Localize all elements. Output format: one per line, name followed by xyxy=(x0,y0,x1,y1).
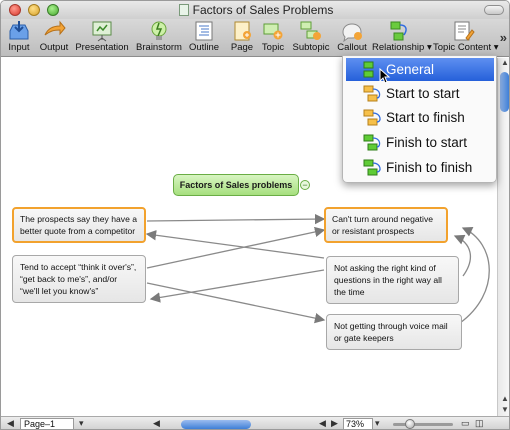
relationship-dropdown-menu: General Start to start Start to finish F… xyxy=(342,55,497,183)
topic-not-getting-through[interactable]: Not getting through voice mail or gate k… xyxy=(326,314,462,350)
toolbar-input-button[interactable]: Input xyxy=(5,19,33,57)
finish-to-finish-icon xyxy=(363,159,381,176)
start-to-start-icon xyxy=(363,85,381,102)
relationship-line[interactable] xyxy=(149,269,325,303)
topic-think-it-over[interactable]: Tend to accept “think it over's”, “get b… xyxy=(12,255,146,303)
previous-page-icon[interactable]: ◀ xyxy=(7,418,14,429)
toolbar-brainstorm-button[interactable]: Brainstorm xyxy=(134,19,184,57)
output-icon xyxy=(44,20,66,36)
status-bar: ◀ Page–1 (1/1) ▾ ◀ ◀ ▶ 73% ▾ ▭ ◫ xyxy=(1,416,509,429)
full-screen-icon[interactable]: ◫ xyxy=(475,418,484,429)
page-selector[interactable]: Page–1 (1/1) xyxy=(20,418,74,429)
topic-icon xyxy=(263,23,283,40)
toolbar-topic-button[interactable]: Topic xyxy=(259,19,287,57)
toolbar: Input Output Presentation Brainstorm Out… xyxy=(1,19,509,57)
start-to-finish-icon xyxy=(363,109,381,126)
topic-not-asking-right-questions[interactable]: Not asking the right kind of questions i… xyxy=(326,256,459,304)
menu-item-start-to-finish[interactable]: Start to finish xyxy=(346,106,494,129)
relationship-line[interactable] xyxy=(145,230,325,259)
outline-icon xyxy=(195,21,213,41)
app-window: Factors of Sales Problems Input Output P… xyxy=(0,0,510,430)
scroll-down-arrow-icon[interactable]: ▼ xyxy=(499,405,509,415)
horizontal-scroll-thumb[interactable] xyxy=(181,420,251,429)
topic-better-quote[interactable]: The prospects say they have a better quo… xyxy=(12,207,146,243)
title-bar: Factors of Sales Problems xyxy=(1,1,509,19)
toolbar-subtopic-button[interactable]: Subtopic xyxy=(291,19,331,57)
scroll-left-arrow-icon[interactable]: ◀ xyxy=(319,418,326,429)
input-icon xyxy=(9,21,29,40)
relationship-line[interactable] xyxy=(146,213,326,225)
zoom-slider-knob[interactable] xyxy=(405,419,415,429)
toolbar-overflow-button[interactable]: » xyxy=(500,30,507,45)
menu-item-start-to-start[interactable]: Start to start xyxy=(346,82,494,105)
toolbar-relationship-button[interactable]: Relationship ▾ xyxy=(372,19,432,57)
page-icon xyxy=(234,21,251,41)
zoom-field[interactable]: 73% xyxy=(343,418,373,429)
presentation-icon xyxy=(92,21,112,42)
toolbar-page-button[interactable]: Page xyxy=(228,19,256,57)
mouse-cursor-icon xyxy=(379,68,391,84)
dropdown-arrow-icon: ▾ xyxy=(493,42,499,53)
relationship-icon xyxy=(390,21,407,41)
vertical-scrollbar[interactable]: ▲ ▲ ▼ xyxy=(497,58,509,416)
page-menu-icon[interactable]: ▾ xyxy=(79,418,84,429)
dropdown-arrow-icon: ▾ xyxy=(426,42,432,53)
central-topic[interactable]: Factors of Sales problems xyxy=(173,174,299,196)
menu-item-general[interactable]: General xyxy=(346,58,494,81)
collapse-toggle[interactable]: − xyxy=(300,180,310,190)
menu-item-finish-to-finish[interactable]: Finish to finish xyxy=(346,156,494,179)
toolbar-toggle-button[interactable] xyxy=(484,5,504,15)
toolbar-output-button[interactable]: Output xyxy=(37,19,71,57)
relationship-line[interactable] xyxy=(146,282,326,324)
relationship-line[interactable] xyxy=(146,226,326,269)
vertical-scroll-thumb[interactable] xyxy=(500,72,509,112)
scroll-up-arrow-icon[interactable]: ▲ xyxy=(499,58,509,68)
toolbar-callout-button[interactable]: Callout xyxy=(335,19,369,57)
document-icon xyxy=(178,4,189,16)
zoom-slider-track[interactable] xyxy=(393,423,453,426)
subtopic-icon xyxy=(300,21,321,40)
toolbar-outline-button[interactable]: Outline xyxy=(187,19,221,57)
window-title: Factors of Sales Problems xyxy=(1,3,509,17)
scroll-right-arrow-icon[interactable]: ▶ xyxy=(331,418,338,429)
menu-item-finish-to-start[interactable]: Finish to start xyxy=(346,131,494,154)
toolbar-presentation-button[interactable]: Presentation xyxy=(74,19,130,57)
finish-to-start-icon xyxy=(363,134,381,151)
brainstorm-icon xyxy=(151,21,167,40)
topic-content-icon xyxy=(454,21,475,41)
toolbar-topic-content-button[interactable]: Topic Content ▾ xyxy=(433,19,499,57)
fit-window-icon[interactable]: ▭ xyxy=(461,418,470,429)
scroll-up-arrow-icon[interactable]: ▲ xyxy=(499,394,509,404)
callout-icon xyxy=(342,23,362,42)
topic-cant-turn-around[interactable]: Can't turn around negative or resistant … xyxy=(324,207,448,243)
scroll-left-arrow-icon[interactable]: ◀ xyxy=(153,418,160,429)
zoom-menu-icon[interactable]: ▾ xyxy=(375,418,380,429)
